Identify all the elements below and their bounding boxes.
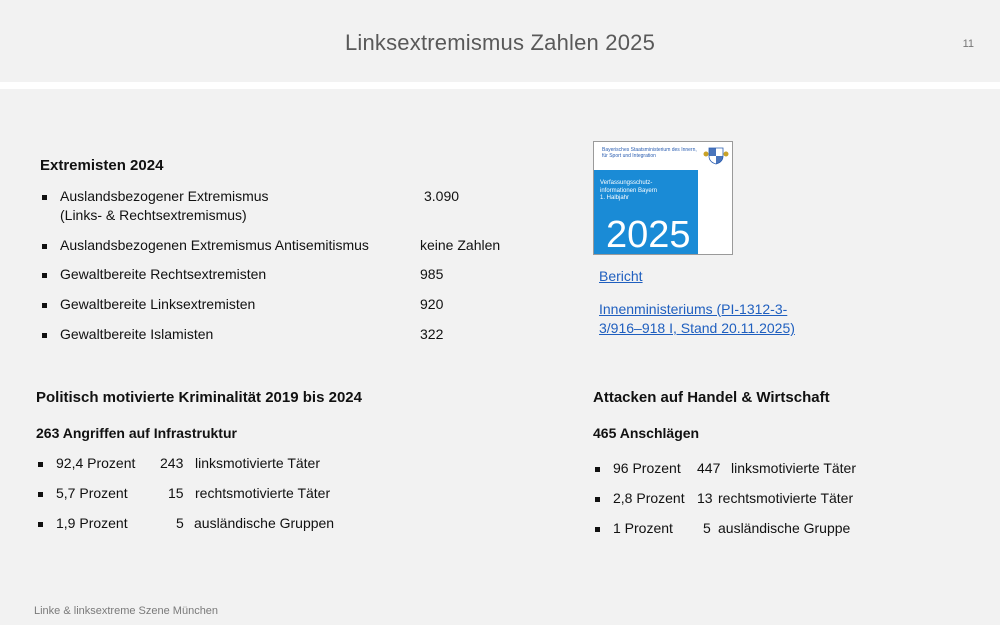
footer-text: Linke & linksextreme Szene München xyxy=(34,605,219,617)
item-count: 5 xyxy=(703,520,711,536)
item-value: keine Zahlen xyxy=(420,237,501,253)
bullet-icon xyxy=(38,492,43,497)
attacks-heading: Attacken auf Handel & Wirtschaft xyxy=(593,389,830,406)
item-percent: 1,9 Prozent xyxy=(56,515,128,531)
bullet-icon xyxy=(42,244,47,249)
item-label: ausländische Gruppe xyxy=(718,520,851,536)
bullet-icon xyxy=(42,333,47,338)
bullet-icon xyxy=(42,195,47,200)
bullet-icon xyxy=(595,527,600,532)
item-percent: 92,4 Prozent xyxy=(56,455,136,471)
item-label: rechtsmotivierte Täter xyxy=(195,485,331,501)
report-cover-image[interactable]: Bayerisches Staatsministerium des Innern… xyxy=(593,141,733,255)
item-count: 447 xyxy=(697,460,721,476)
item-value: 920 xyxy=(420,296,444,312)
cover-ministry-text: Bayerisches Staatsministerium des Innern… xyxy=(602,147,697,159)
cover-blue-panel: Verfassungsschutz- informationen Bayern … xyxy=(594,170,698,254)
bericht-link[interactable]: Bericht xyxy=(599,267,643,286)
attacks-subheading: 465 Anschlägen xyxy=(593,425,700,441)
item-percent: 1 Prozent xyxy=(613,520,673,536)
item-label: ausländische Gruppen xyxy=(194,515,335,531)
page-number: 11 xyxy=(962,38,974,50)
source-link-line: 3/916–918 I, Stand 20.11.2025) xyxy=(599,320,795,336)
bullet-icon xyxy=(38,462,43,467)
item-count: 13 xyxy=(697,490,713,506)
source-link-line: Innenministeriums (PI-1312-3- xyxy=(599,301,788,317)
item-percent: 96 Prozent xyxy=(613,460,681,476)
item-label: rechtsmotivierte Täter xyxy=(718,490,854,506)
bullet-icon xyxy=(42,273,47,278)
bullet-icon xyxy=(38,522,43,527)
item-value: 3.090 xyxy=(424,188,460,204)
bullet-icon xyxy=(42,303,47,308)
pmk-heading: Politisch motivierte Kriminalität 2019 b… xyxy=(36,389,362,406)
item-count: 243 xyxy=(160,455,184,471)
item-label: Gewaltbereite Linksextremisten xyxy=(60,296,256,312)
item-percent: 5,7 Prozent xyxy=(56,485,128,501)
item-count: 5 xyxy=(176,515,184,531)
item-percent: 2,8 Prozent xyxy=(613,490,685,506)
slide-header: Linksextremismus Zahlen 2025 11 xyxy=(0,0,1000,82)
header-divider xyxy=(0,82,1000,89)
cover-label-line: 1. Halbjahr xyxy=(600,195,630,201)
bavarian-crest-icon xyxy=(703,147,729,165)
pmk-subheading: 263 Angriffen auf Infrastruktur xyxy=(36,425,237,441)
cover-header: Bayerisches Staatsministerium des Innern… xyxy=(594,142,732,170)
page-title: Linksextremismus Zahlen 2025 xyxy=(344,30,656,55)
cover-year: 2025 xyxy=(606,214,691,256)
item-label: Auslandsbezogenen Extremismus Antisemiti… xyxy=(60,237,369,253)
bullet-icon xyxy=(595,497,600,502)
item-value: 322 xyxy=(420,326,444,342)
item-label: Auslandsbezogener Extremismus xyxy=(60,188,269,204)
item-value: 985 xyxy=(420,266,444,282)
cover-label-line: informationen Bayern xyxy=(600,187,658,194)
bullet-icon xyxy=(595,467,600,472)
cover-label: Verfassungsschutz- informationen Bayern … xyxy=(600,180,695,203)
item-count: 15 xyxy=(168,485,184,501)
item-label: linksmotivierte Täter xyxy=(195,455,321,471)
cover-label-line: Verfassungsschutz- xyxy=(600,180,653,186)
item-label: linksmotivierte Täter xyxy=(731,460,857,476)
item-label: Gewaltbereite Islamisten xyxy=(60,326,214,342)
item-label: Gewaltbereite Rechtsextremisten xyxy=(60,266,267,282)
source-link[interactable]: Innenministeriums (PI-1312-3- 3/916–918 … xyxy=(599,300,795,338)
extremists-heading: Extremisten 2024 xyxy=(40,157,164,174)
item-label-line2: (Links- & Rechtsextremismus) xyxy=(60,207,247,223)
